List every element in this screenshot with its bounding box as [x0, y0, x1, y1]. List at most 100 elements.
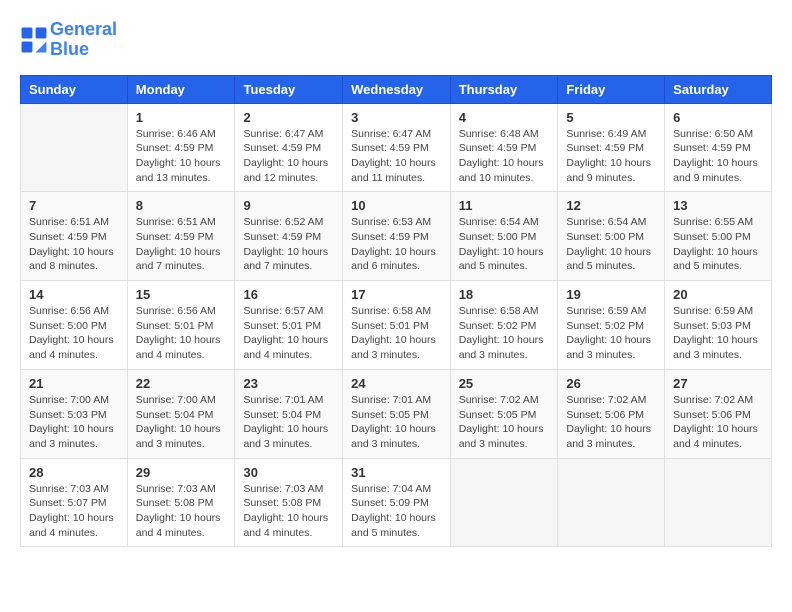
sunset-label: Sunset: 4:59 PM — [29, 231, 107, 243]
day-info: Sunrise: 7:01 AM Sunset: 5:05 PM Dayligh… — [351, 393, 442, 452]
sunrise-label: Sunrise: 7:03 AM — [136, 483, 216, 495]
calendar-cell: 15 Sunrise: 6:56 AM Sunset: 5:01 PM Dayl… — [127, 281, 235, 370]
sunset-label: Sunset: 5:00 PM — [459, 231, 537, 243]
calendar-week-row: 21 Sunrise: 7:00 AM Sunset: 5:03 PM Dayl… — [21, 369, 772, 458]
day-number: 16 — [243, 287, 334, 302]
calendar-cell: 23 Sunrise: 7:01 AM Sunset: 5:04 PM Dayl… — [235, 369, 343, 458]
daylight-label: Daylight: 10 hours and 12 minutes. — [243, 157, 328, 184]
day-info: Sunrise: 6:56 AM Sunset: 5:01 PM Dayligh… — [136, 304, 227, 363]
calendar-cell: 28 Sunrise: 7:03 AM Sunset: 5:07 PM Dayl… — [21, 458, 128, 547]
day-info: Sunrise: 6:58 AM Sunset: 5:02 PM Dayligh… — [459, 304, 550, 363]
calendar-cell: 8 Sunrise: 6:51 AM Sunset: 4:59 PM Dayli… — [127, 192, 235, 281]
calendar-cell: 17 Sunrise: 6:58 AM Sunset: 5:01 PM Dayl… — [343, 281, 451, 370]
day-number: 24 — [351, 376, 442, 391]
day-number: 12 — [566, 198, 656, 213]
calendar-cell: 4 Sunrise: 6:48 AM Sunset: 4:59 PM Dayli… — [450, 103, 558, 192]
daylight-label: Daylight: 10 hours and 4 minutes. — [29, 512, 114, 539]
weekday-header: Tuesday — [235, 75, 343, 103]
day-info: Sunrise: 7:03 AM Sunset: 5:08 PM Dayligh… — [136, 482, 227, 541]
day-info: Sunrise: 6:46 AM Sunset: 4:59 PM Dayligh… — [136, 127, 227, 186]
daylight-label: Daylight: 10 hours and 3 minutes. — [566, 423, 651, 450]
day-number: 10 — [351, 198, 442, 213]
day-info: Sunrise: 6:49 AM Sunset: 4:59 PM Dayligh… — [566, 127, 656, 186]
sunset-label: Sunset: 4:59 PM — [566, 142, 644, 154]
sunset-label: Sunset: 5:08 PM — [243, 497, 321, 509]
calendar-week-row: 14 Sunrise: 6:56 AM Sunset: 5:00 PM Dayl… — [21, 281, 772, 370]
day-number: 6 — [673, 110, 763, 125]
daylight-label: Daylight: 10 hours and 3 minutes. — [243, 423, 328, 450]
day-number: 30 — [243, 465, 334, 480]
calendar-cell: 20 Sunrise: 6:59 AM Sunset: 5:03 PM Dayl… — [665, 281, 772, 370]
sunset-label: Sunset: 4:59 PM — [673, 142, 751, 154]
sunrise-label: Sunrise: 6:49 AM — [566, 128, 646, 140]
sunset-label: Sunset: 5:01 PM — [351, 320, 429, 332]
day-number: 1 — [136, 110, 227, 125]
sunset-label: Sunset: 4:59 PM — [459, 142, 537, 154]
day-info: Sunrise: 6:58 AM Sunset: 5:01 PM Dayligh… — [351, 304, 442, 363]
sunrise-label: Sunrise: 6:51 AM — [29, 216, 109, 228]
logo-text: General Blue — [50, 20, 117, 60]
sunset-label: Sunset: 5:03 PM — [29, 409, 107, 421]
day-number: 25 — [459, 376, 550, 391]
sunset-label: Sunset: 4:59 PM — [243, 231, 321, 243]
calendar-cell: 12 Sunrise: 6:54 AM Sunset: 5:00 PM Dayl… — [558, 192, 665, 281]
sunset-label: Sunset: 5:06 PM — [673, 409, 751, 421]
daylight-label: Daylight: 10 hours and 9 minutes. — [566, 157, 651, 184]
day-number: 23 — [243, 376, 334, 391]
calendar-cell: 3 Sunrise: 6:47 AM Sunset: 4:59 PM Dayli… — [343, 103, 451, 192]
day-number: 19 — [566, 287, 656, 302]
calendar-cell: 26 Sunrise: 7:02 AM Sunset: 5:06 PM Dayl… — [558, 369, 665, 458]
day-number: 8 — [136, 198, 227, 213]
sunrise-label: Sunrise: 6:52 AM — [243, 216, 323, 228]
day-number: 31 — [351, 465, 442, 480]
day-info: Sunrise: 6:53 AM Sunset: 4:59 PM Dayligh… — [351, 215, 442, 274]
day-info: Sunrise: 6:52 AM Sunset: 4:59 PM Dayligh… — [243, 215, 334, 274]
daylight-label: Daylight: 10 hours and 9 minutes. — [673, 157, 758, 184]
daylight-label: Daylight: 10 hours and 11 minutes. — [351, 157, 436, 184]
sunrise-label: Sunrise: 7:03 AM — [243, 483, 323, 495]
calendar-cell: 10 Sunrise: 6:53 AM Sunset: 4:59 PM Dayl… — [343, 192, 451, 281]
day-info: Sunrise: 7:02 AM Sunset: 5:06 PM Dayligh… — [566, 393, 656, 452]
day-number: 2 — [243, 110, 334, 125]
day-info: Sunrise: 7:04 AM Sunset: 5:09 PM Dayligh… — [351, 482, 442, 541]
daylight-label: Daylight: 10 hours and 5 minutes. — [673, 246, 758, 273]
day-info: Sunrise: 7:02 AM Sunset: 5:06 PM Dayligh… — [673, 393, 763, 452]
day-info: Sunrise: 6:57 AM Sunset: 5:01 PM Dayligh… — [243, 304, 334, 363]
daylight-label: Daylight: 10 hours and 4 minutes. — [29, 334, 114, 361]
sunset-label: Sunset: 5:01 PM — [243, 320, 321, 332]
sunset-label: Sunset: 5:05 PM — [351, 409, 429, 421]
calendar-cell — [450, 458, 558, 547]
calendar-week-row: 7 Sunrise: 6:51 AM Sunset: 4:59 PM Dayli… — [21, 192, 772, 281]
calendar-cell: 14 Sunrise: 6:56 AM Sunset: 5:00 PM Dayl… — [21, 281, 128, 370]
calendar-cell: 19 Sunrise: 6:59 AM Sunset: 5:02 PM Dayl… — [558, 281, 665, 370]
sunrise-label: Sunrise: 7:00 AM — [136, 394, 216, 406]
logo-icon — [20, 26, 48, 54]
daylight-label: Daylight: 10 hours and 7 minutes. — [243, 246, 328, 273]
sunset-label: Sunset: 5:09 PM — [351, 497, 429, 509]
calendar-cell: 5 Sunrise: 6:49 AM Sunset: 4:59 PM Dayli… — [558, 103, 665, 192]
day-number: 26 — [566, 376, 656, 391]
logo: General Blue — [20, 20, 117, 60]
sunset-label: Sunset: 5:07 PM — [29, 497, 107, 509]
calendar-cell: 16 Sunrise: 6:57 AM Sunset: 5:01 PM Dayl… — [235, 281, 343, 370]
sunrise-label: Sunrise: 7:02 AM — [673, 394, 753, 406]
day-number: 5 — [566, 110, 656, 125]
day-number: 11 — [459, 198, 550, 213]
sunset-label: Sunset: 5:01 PM — [136, 320, 214, 332]
sunrise-label: Sunrise: 7:01 AM — [351, 394, 431, 406]
day-info: Sunrise: 6:47 AM Sunset: 4:59 PM Dayligh… — [243, 127, 334, 186]
daylight-label: Daylight: 10 hours and 3 minutes. — [136, 423, 221, 450]
weekday-header: Saturday — [665, 75, 772, 103]
calendar-cell — [665, 458, 772, 547]
day-info: Sunrise: 6:48 AM Sunset: 4:59 PM Dayligh… — [459, 127, 550, 186]
calendar-cell: 1 Sunrise: 6:46 AM Sunset: 4:59 PM Dayli… — [127, 103, 235, 192]
day-number: 15 — [136, 287, 227, 302]
day-info: Sunrise: 6:59 AM Sunset: 5:03 PM Dayligh… — [673, 304, 763, 363]
daylight-label: Daylight: 10 hours and 3 minutes. — [29, 423, 114, 450]
calendar-cell: 11 Sunrise: 6:54 AM Sunset: 5:00 PM Dayl… — [450, 192, 558, 281]
sunrise-label: Sunrise: 6:51 AM — [136, 216, 216, 228]
day-number: 3 — [351, 110, 442, 125]
day-info: Sunrise: 7:03 AM Sunset: 5:08 PM Dayligh… — [243, 482, 334, 541]
daylight-label: Daylight: 10 hours and 3 minutes. — [673, 334, 758, 361]
calendar-week-row: 1 Sunrise: 6:46 AM Sunset: 4:59 PM Dayli… — [21, 103, 772, 192]
